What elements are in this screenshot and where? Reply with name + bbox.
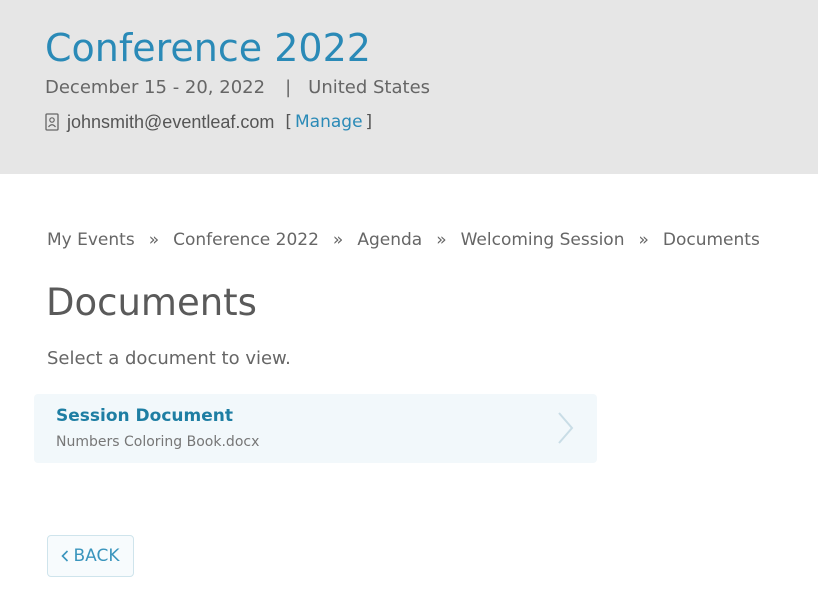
breadcrumb-agenda[interactable]: Agenda xyxy=(357,228,422,252)
event-meta: December 15 - 20, 2022 | United States xyxy=(45,76,430,100)
chevron-right-icon xyxy=(558,412,574,444)
user-email: johnsmith@eventleaf.com xyxy=(67,112,275,132)
breadcrumb: My Events » Conference 2022 » Agenda » W… xyxy=(47,228,760,252)
user-account-line: johnsmith@eventleaf.com [Manage] xyxy=(45,110,372,134)
document-title: Session Document xyxy=(56,406,233,426)
breadcrumb-welcoming-session[interactable]: Welcoming Session xyxy=(461,228,625,252)
event-title: Conference 2022 xyxy=(45,26,371,70)
page-subtitle: Select a document to view. xyxy=(47,348,291,369)
back-button-label: BACK xyxy=(73,546,120,566)
breadcrumb-my-events[interactable]: My Events xyxy=(47,228,135,252)
manage-bracket-close: ] xyxy=(365,112,373,132)
meta-separator: | xyxy=(285,77,292,98)
document-list-item[interactable]: Session Document Numbers Coloring Book.d… xyxy=(34,394,597,463)
document-filename: Numbers Coloring Book.docx xyxy=(56,434,260,450)
event-header: Conference 2022 December 15 - 20, 2022 | U… xyxy=(0,0,818,174)
manage-wrapper: [Manage] xyxy=(285,110,372,134)
event-location: United States xyxy=(308,77,431,98)
breadcrumb-separator: » xyxy=(148,230,160,250)
breadcrumb-conference[interactable]: Conference 2022 xyxy=(173,228,319,252)
breadcrumb-separator: » xyxy=(638,230,649,250)
breadcrumb-documents-current: Documents xyxy=(662,230,760,250)
user-badge-icon xyxy=(45,113,59,131)
back-button[interactable]: BACK xyxy=(47,535,134,577)
manage-bracket-open: [ xyxy=(285,112,293,132)
event-dates: December 15 - 20, 2022 xyxy=(45,77,266,98)
page-title: Documents xyxy=(46,281,257,324)
breadcrumb-separator: » xyxy=(436,230,447,250)
manage-link[interactable]: Manage xyxy=(295,112,363,132)
chevron-left-icon xyxy=(61,550,69,562)
breadcrumb-separator: » xyxy=(332,230,344,250)
